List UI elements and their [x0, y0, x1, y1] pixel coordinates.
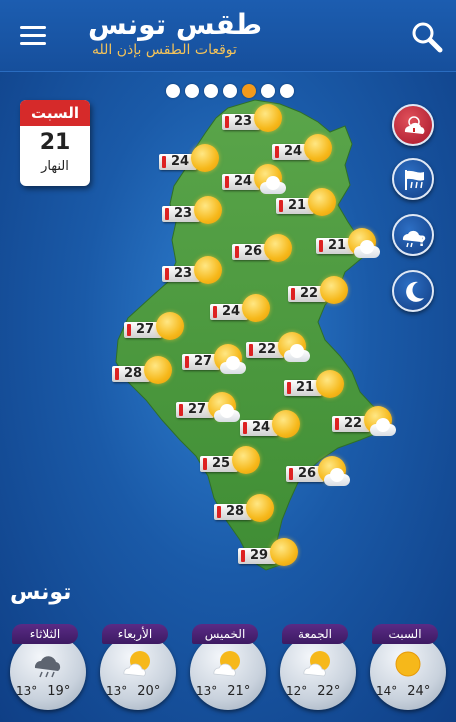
calendar-day-number: 21: [39, 130, 71, 155]
forecast-temps: 13° 19°: [16, 684, 70, 699]
date-calendar[interactable]: السبت 21 النهار: [20, 100, 90, 186]
forecast-min-temp: 12°: [286, 684, 308, 698]
forecast-max-temp: 20°: [137, 684, 161, 699]
forecast-temps: 14° 24°: [376, 684, 430, 699]
sun-icon: [270, 538, 298, 566]
forecast-temps: 13° 21°: [196, 684, 250, 699]
pager-dot-4[interactable]: [223, 84, 237, 98]
forecast-day-name: السبت: [372, 624, 438, 644]
pager-dots: [166, 84, 294, 98]
night-button[interactable]: [392, 270, 434, 312]
forecast-day-name: الأربعاء: [102, 624, 168, 644]
forecast-max-temp: 24°: [407, 684, 431, 699]
calendar-period: النهار: [41, 159, 69, 174]
forecast-day[interactable]: الثلاثاء 13° 19°: [6, 620, 88, 722]
forecast-temps: 12° 22°: [286, 684, 340, 699]
weather-alert-button[interactable]: [392, 104, 434, 146]
sun-icon: [194, 196, 222, 224]
calendar-day-name: السبت: [20, 100, 90, 126]
forecast-max-temp: 21°: [227, 684, 251, 699]
sun-icon: [316, 370, 344, 398]
forecast-day[interactable]: السبت 14° 24°: [366, 620, 448, 722]
cloud-question-icon: ?: [402, 230, 426, 250]
sun-icon: [272, 410, 300, 438]
forecast-temps: 13° 20°: [106, 684, 160, 699]
sun-cloud-icon: [213, 651, 240, 677]
forecast-min-temp: 13°: [196, 684, 218, 698]
sun-icon: [308, 188, 336, 216]
cloud-icon: [284, 344, 310, 362]
forecast-strip: الثلاثاء 13° 19° الأربعاء 13° 20° الخميس 13° 21°…: [0, 620, 456, 722]
forecast-day[interactable]: الأربعاء 13° 20°: [96, 620, 178, 722]
cloud-sun-alert-icon: [404, 116, 425, 134]
sun-icon: [320, 276, 348, 304]
sun-icon: [144, 356, 172, 384]
sun-icon: [254, 104, 282, 132]
forecast-day-name: الثلاثاء: [12, 624, 78, 644]
forecast-min-temp: 13°: [16, 684, 38, 698]
cloud-icon: [260, 176, 286, 194]
sun-icon: [395, 651, 421, 677]
forecast-min-temp: 13°: [106, 684, 128, 698]
pager-dot-6[interactable]: [261, 84, 275, 98]
sun-icon: [242, 294, 270, 322]
pager-dot-3[interactable]: [204, 84, 218, 98]
sun-icon: [264, 234, 292, 262]
rain-button[interactable]: [392, 158, 434, 200]
sun-cloud-icon: [303, 651, 330, 677]
weather-info-button[interactable]: ?: [392, 214, 434, 256]
pager-dot-2[interactable]: [185, 84, 199, 98]
rain-cloud-icon: [34, 656, 61, 678]
forecast-min-temp: 14°: [376, 684, 398, 698]
sun-icon: [246, 494, 274, 522]
svg-text:?: ?: [418, 234, 426, 250]
pager-dot-7[interactable]: [280, 84, 294, 98]
forecast-day-name: الخميس: [192, 624, 258, 644]
forecast-day[interactable]: الخميس 13° 21°: [186, 620, 268, 722]
sun-icon: [232, 446, 260, 474]
cloud-icon: [220, 356, 246, 374]
cloud-icon: [214, 404, 240, 422]
sun-icon: [156, 312, 184, 340]
forecast-day[interactable]: الجمعة 12° 22°: [276, 620, 358, 722]
pager-dot-1[interactable]: [166, 84, 180, 98]
sun-cloud-icon: [123, 651, 150, 677]
forecast-max-temp: 22°: [317, 684, 341, 699]
moon-icon: [406, 281, 424, 302]
pager-dot-5-active[interactable]: [242, 84, 256, 98]
cloud-icon: [354, 240, 380, 258]
sun-icon: [194, 256, 222, 284]
forecast-day-name: الجمعة: [282, 624, 348, 644]
forecast-max-temp: 19°: [47, 684, 71, 699]
sun-icon: [191, 144, 219, 172]
rain-icon: [405, 170, 424, 190]
cloud-icon: [324, 468, 350, 486]
cloud-icon: [370, 418, 396, 436]
city-name: تونس: [10, 580, 72, 605]
sun-icon: [304, 134, 332, 162]
